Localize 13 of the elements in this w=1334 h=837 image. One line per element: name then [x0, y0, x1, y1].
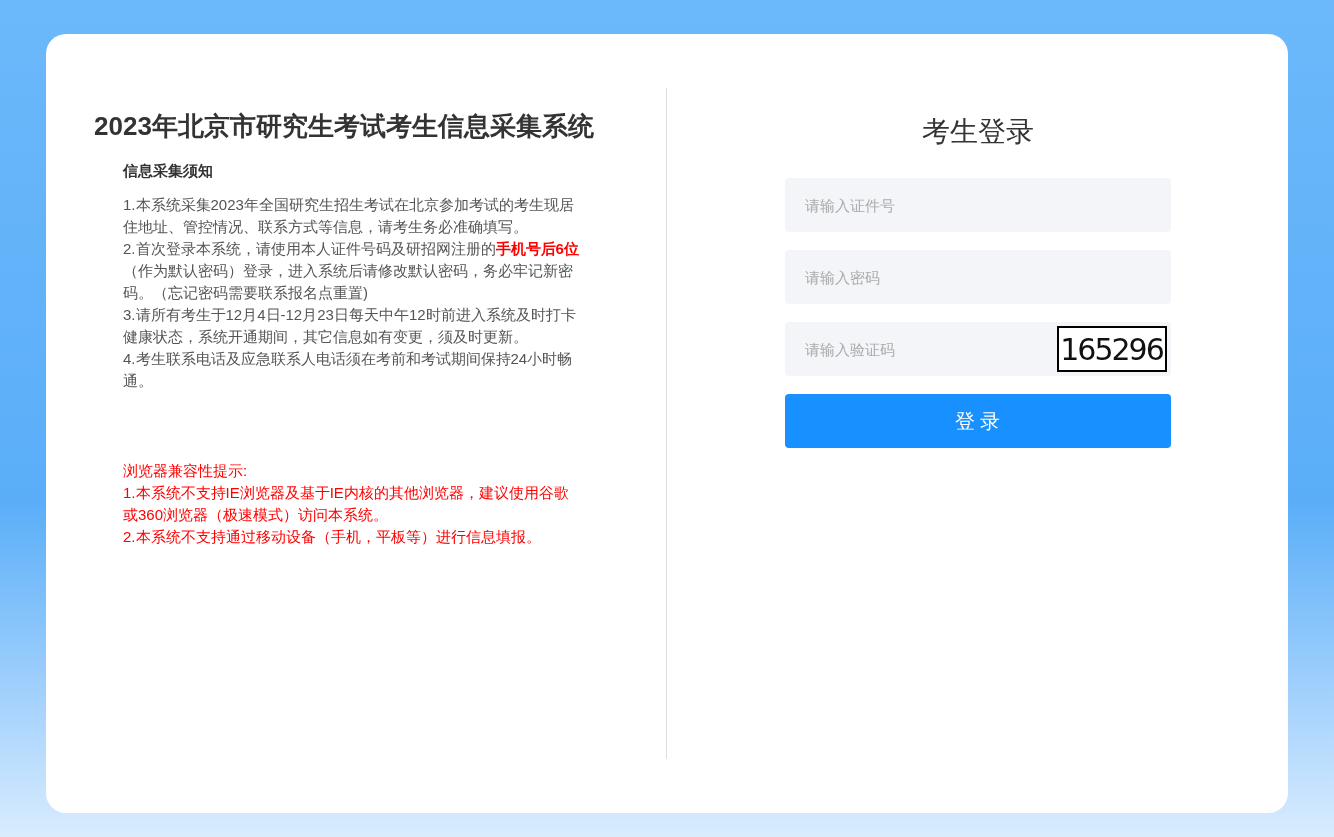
page-title: 2023年北京市研究生考试考生信息采集系统 [94, 110, 595, 143]
notice-heading: 信息采集须知 [123, 161, 214, 181]
login-title: 考生登录 [921, 115, 1034, 149]
tips-heading: 浏览器兼容性提示: [123, 461, 249, 481]
tips-paragraph: 1.本系统不支持IE浏览器及基于IE内核的其他浏览器，建议使用谷歌或360浏览器（极速模式）访问本系统。 [123, 483, 570, 525]
notice-paragraph: 2.首次登录本系统，请使用本人证件号码及研招网注册的手机号后6位（作为默认密码）登录，进入系统后请修改默认密码，务必牢记新密码。（忘记密码需要联系报名点重置) [123, 239, 580, 303]
notice-paragraph: 3.请所有考生于12月4日-12月23日每天中午12时前进入系统及时打卡健康状态，系统开通期间，其它信息如有变更，须及时更新。 [123, 305, 577, 347]
notice-paragraph: 1.本系统采集2023年全国研究生招生考试在北京参加考试的考生现居住地址、管控情况、联系方式等信息，请考生务必准确填写。 [123, 195, 575, 237]
tips-paragraph: 2.本系统不支持通过移动设备（手机，平板等）进行信息填报。 [123, 527, 542, 547]
id-number-field[interactable]: 请输入证件号 [784, 178, 1171, 232]
notice-paragraph: 4.考生联系电话及应急联系人电话须在考前和考试期间保持24小时畅通。 [123, 349, 574, 391]
captcha-image[interactable]: 165296 [1056, 326, 1167, 372]
password-field[interactable]: 请输入密码 [784, 250, 1171, 304]
